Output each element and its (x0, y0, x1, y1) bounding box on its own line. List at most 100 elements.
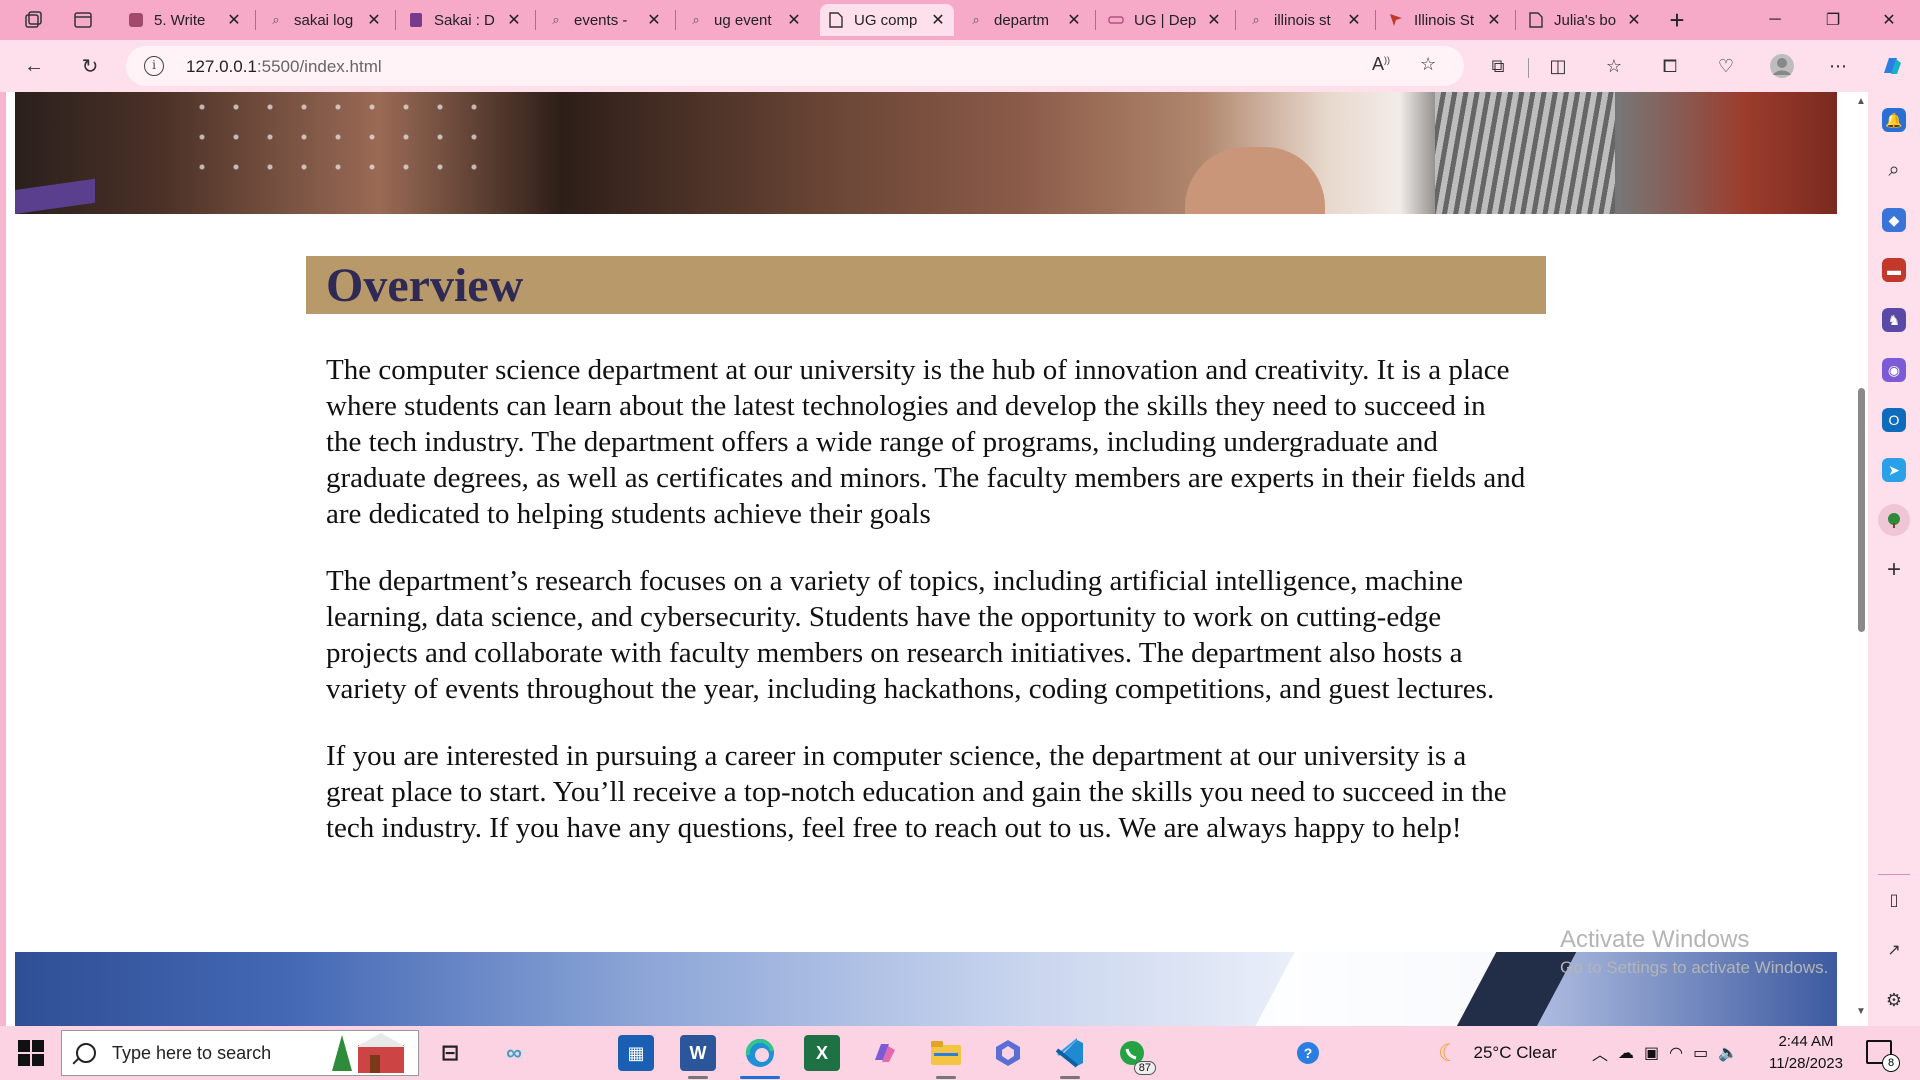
tab-ug-comp[interactable]: UG comp ✕ (820, 4, 954, 36)
workspaces-icon[interactable] (16, 4, 50, 36)
bookmark-icon (1388, 12, 1404, 28)
drop-send-icon[interactable]: ➤ (1882, 458, 1906, 482)
tab-sakai-login[interactable]: ⌕ sakai log ✕ (260, 4, 390, 36)
task-view-icon[interactable]: ⊟ (432, 1035, 468, 1071)
extensions-icon[interactable]: ⧉ (1482, 50, 1514, 82)
watermark-subtitle: Go to Settings to activate Windows. (1560, 958, 1829, 977)
close-icon[interactable]: ✕ (1626, 10, 1642, 30)
close-window-icon[interactable]: ✕ (1866, 0, 1912, 40)
onedrive-icon[interactable]: ☁ (1618, 1043, 1644, 1063)
tab-write[interactable]: 5. Write ✕ (120, 4, 250, 36)
taskbar-clock[interactable]: 2:44 AM 11/28/2023 (1768, 1031, 1844, 1075)
search-icon: ⌕ (692, 12, 700, 27)
favorite-star-icon[interactable]: ☆ (1420, 54, 1436, 75)
vscode-icon[interactable] (1052, 1035, 1088, 1071)
close-icon[interactable]: ✕ (1206, 10, 1222, 30)
help-icon[interactable]: ? (1290, 1035, 1326, 1071)
battery-icon[interactable]: ▭ (1693, 1043, 1718, 1063)
performance-icon[interactable]: ♡ (1710, 50, 1742, 82)
taskbar-search-box[interactable]: Type here to search (61, 1030, 419, 1076)
tree-app-icon[interactable] (1878, 504, 1910, 536)
copilot-icon[interactable] (1876, 50, 1908, 82)
edge-browser-icon[interactable] (742, 1035, 778, 1071)
tab-ug-events[interactable]: ⌕ ug event ✕ (680, 4, 810, 36)
tab-illinois-st-search[interactable]: ⌕ illinois st ✕ (1240, 4, 1370, 36)
split-screen-icon[interactable]: ◫ (1542, 50, 1574, 82)
sakai-icon (408, 12, 424, 28)
word-icon[interactable]: W (680, 1035, 716, 1071)
search-icon[interactable]: ⌕ (1882, 158, 1906, 182)
weather-widget[interactable]: ☾ 25°C Clear (1438, 1026, 1557, 1080)
close-icon[interactable]: ✕ (1066, 10, 1082, 30)
sidebar-divider (1878, 874, 1910, 875)
site-info-icon[interactable]: i (144, 56, 164, 76)
microsoft-365-app-icon[interactable] (990, 1035, 1026, 1071)
tab-julias-book[interactable]: Julia's bo ✕ (1520, 4, 1650, 36)
new-tab-icon[interactable]: + (1660, 4, 1694, 36)
wifi-icon[interactable]: ◠ (1669, 1043, 1693, 1063)
system-tray[interactable]: ︿ ☁ ▣ ◠ ▭ 🔈 (1592, 1026, 1748, 1080)
overview-content: The computer science department at our u… (326, 352, 1526, 877)
tab-divider (535, 10, 536, 30)
tab-strip: 5. Write ✕ ⌕ sakai log ✕ Sakai : D ✕ ⌕ e… (0, 0, 1920, 40)
page-title: Overview (326, 259, 524, 312)
scroll-down-arrow-icon[interactable]: ▼ (1856, 1006, 1866, 1017)
sidebar-settings-gear-icon[interactable]: ⚙ (1882, 988, 1906, 1012)
close-icon[interactable]: ✕ (1486, 10, 1502, 30)
close-icon[interactable]: ✕ (786, 10, 802, 30)
url-text[interactable]: 127.0.0.1:5500/index.html (186, 57, 382, 77)
tab-illinois-st[interactable]: Illinois St ✕ (1380, 4, 1510, 36)
tab-divider (1235, 10, 1236, 30)
open-external-icon[interactable]: ↗ (1882, 938, 1906, 962)
restore-icon[interactable]: ❐ (1810, 0, 1856, 40)
excel-icon[interactable]: X (804, 1035, 840, 1071)
collections-icon[interactable]: ⧠ (1654, 50, 1686, 82)
tab-department[interactable]: ⌕ departm ✕ (960, 4, 1090, 36)
close-icon[interactable]: ✕ (506, 10, 522, 30)
tab-actions-icon[interactable] (66, 4, 100, 36)
scroll-up-arrow-icon[interactable]: ▲ (1856, 96, 1866, 107)
tab-events[interactable]: ⌕ events - ✕ (540, 4, 670, 36)
close-icon[interactable]: ✕ (930, 10, 946, 30)
document-icon (828, 12, 844, 28)
copilot-infinity-icon[interactable]: ∞ (496, 1035, 532, 1071)
notifications-bell-icon[interactable]: 🔔 (1882, 108, 1906, 132)
games-chess-icon[interactable]: ♞ (1882, 308, 1906, 332)
shopping-tag-icon[interactable]: ◆ (1882, 208, 1906, 232)
tab-sakai[interactable]: Sakai : D ✕ (400, 4, 530, 36)
copilot-app-icon[interactable] (866, 1035, 902, 1071)
refresh-icon[interactable]: ↻ (72, 48, 108, 84)
tools-briefcase-icon[interactable]: ▬ (1882, 258, 1906, 282)
overview-heading-bar: Overview (306, 256, 1546, 314)
scrollbar-thumb[interactable] (1858, 388, 1865, 632)
show-hidden-icons-icon[interactable]: ︿ (1592, 1041, 1618, 1065)
microsoft-365-icon[interactable]: ◉ (1882, 358, 1906, 382)
profile-avatar-icon[interactable] (1766, 50, 1798, 82)
file-explorer-icon[interactable] (928, 1035, 964, 1071)
clock-date: 11/28/2023 (1769, 1055, 1843, 1072)
hero-book (15, 178, 95, 214)
volume-icon[interactable]: 🔈 (1718, 1043, 1748, 1063)
settings-more-icon[interactable]: ⋯ (1822, 50, 1854, 82)
read-aloud-icon[interactable]: A)) (1372, 54, 1390, 75)
notification-center-icon[interactable]: 8 (1866, 1040, 1900, 1072)
meet-now-icon[interactable]: ▣ (1644, 1043, 1669, 1063)
microsoft-store-icon[interactable]: ▦ (618, 1035, 654, 1071)
close-icon[interactable]: ✕ (1346, 10, 1362, 30)
tab-ug-dep[interactable]: UG | Dep ✕ (1100, 4, 1230, 36)
address-bar[interactable]: i 127.0.0.1:5500/index.html A)) ☆ (126, 46, 1464, 86)
whatsapp-icon[interactable]: 87 (1114, 1035, 1156, 1075)
outlook-icon[interactable]: O (1882, 408, 1906, 432)
minimize-icon[interactable]: ─ (1752, 0, 1798, 40)
vertical-scrollbar[interactable]: ▲ ▼ (1854, 92, 1868, 1026)
favorites-icon[interactable]: ☆ (1598, 50, 1630, 82)
close-icon[interactable]: ✕ (226, 10, 242, 30)
windows-start-icon[interactable] (18, 1040, 44, 1066)
whatsapp-unread-badge: 87 (1133, 1061, 1156, 1075)
back-icon[interactable]: ← (16, 48, 52, 84)
add-sidebar-app-icon[interactable]: + (1882, 556, 1906, 583)
close-icon[interactable]: ✕ (366, 10, 382, 30)
web-page-icon (1108, 12, 1124, 28)
hide-sidebar-icon[interactable]: ▯ (1882, 888, 1906, 912)
close-icon[interactable]: ✕ (646, 10, 662, 30)
